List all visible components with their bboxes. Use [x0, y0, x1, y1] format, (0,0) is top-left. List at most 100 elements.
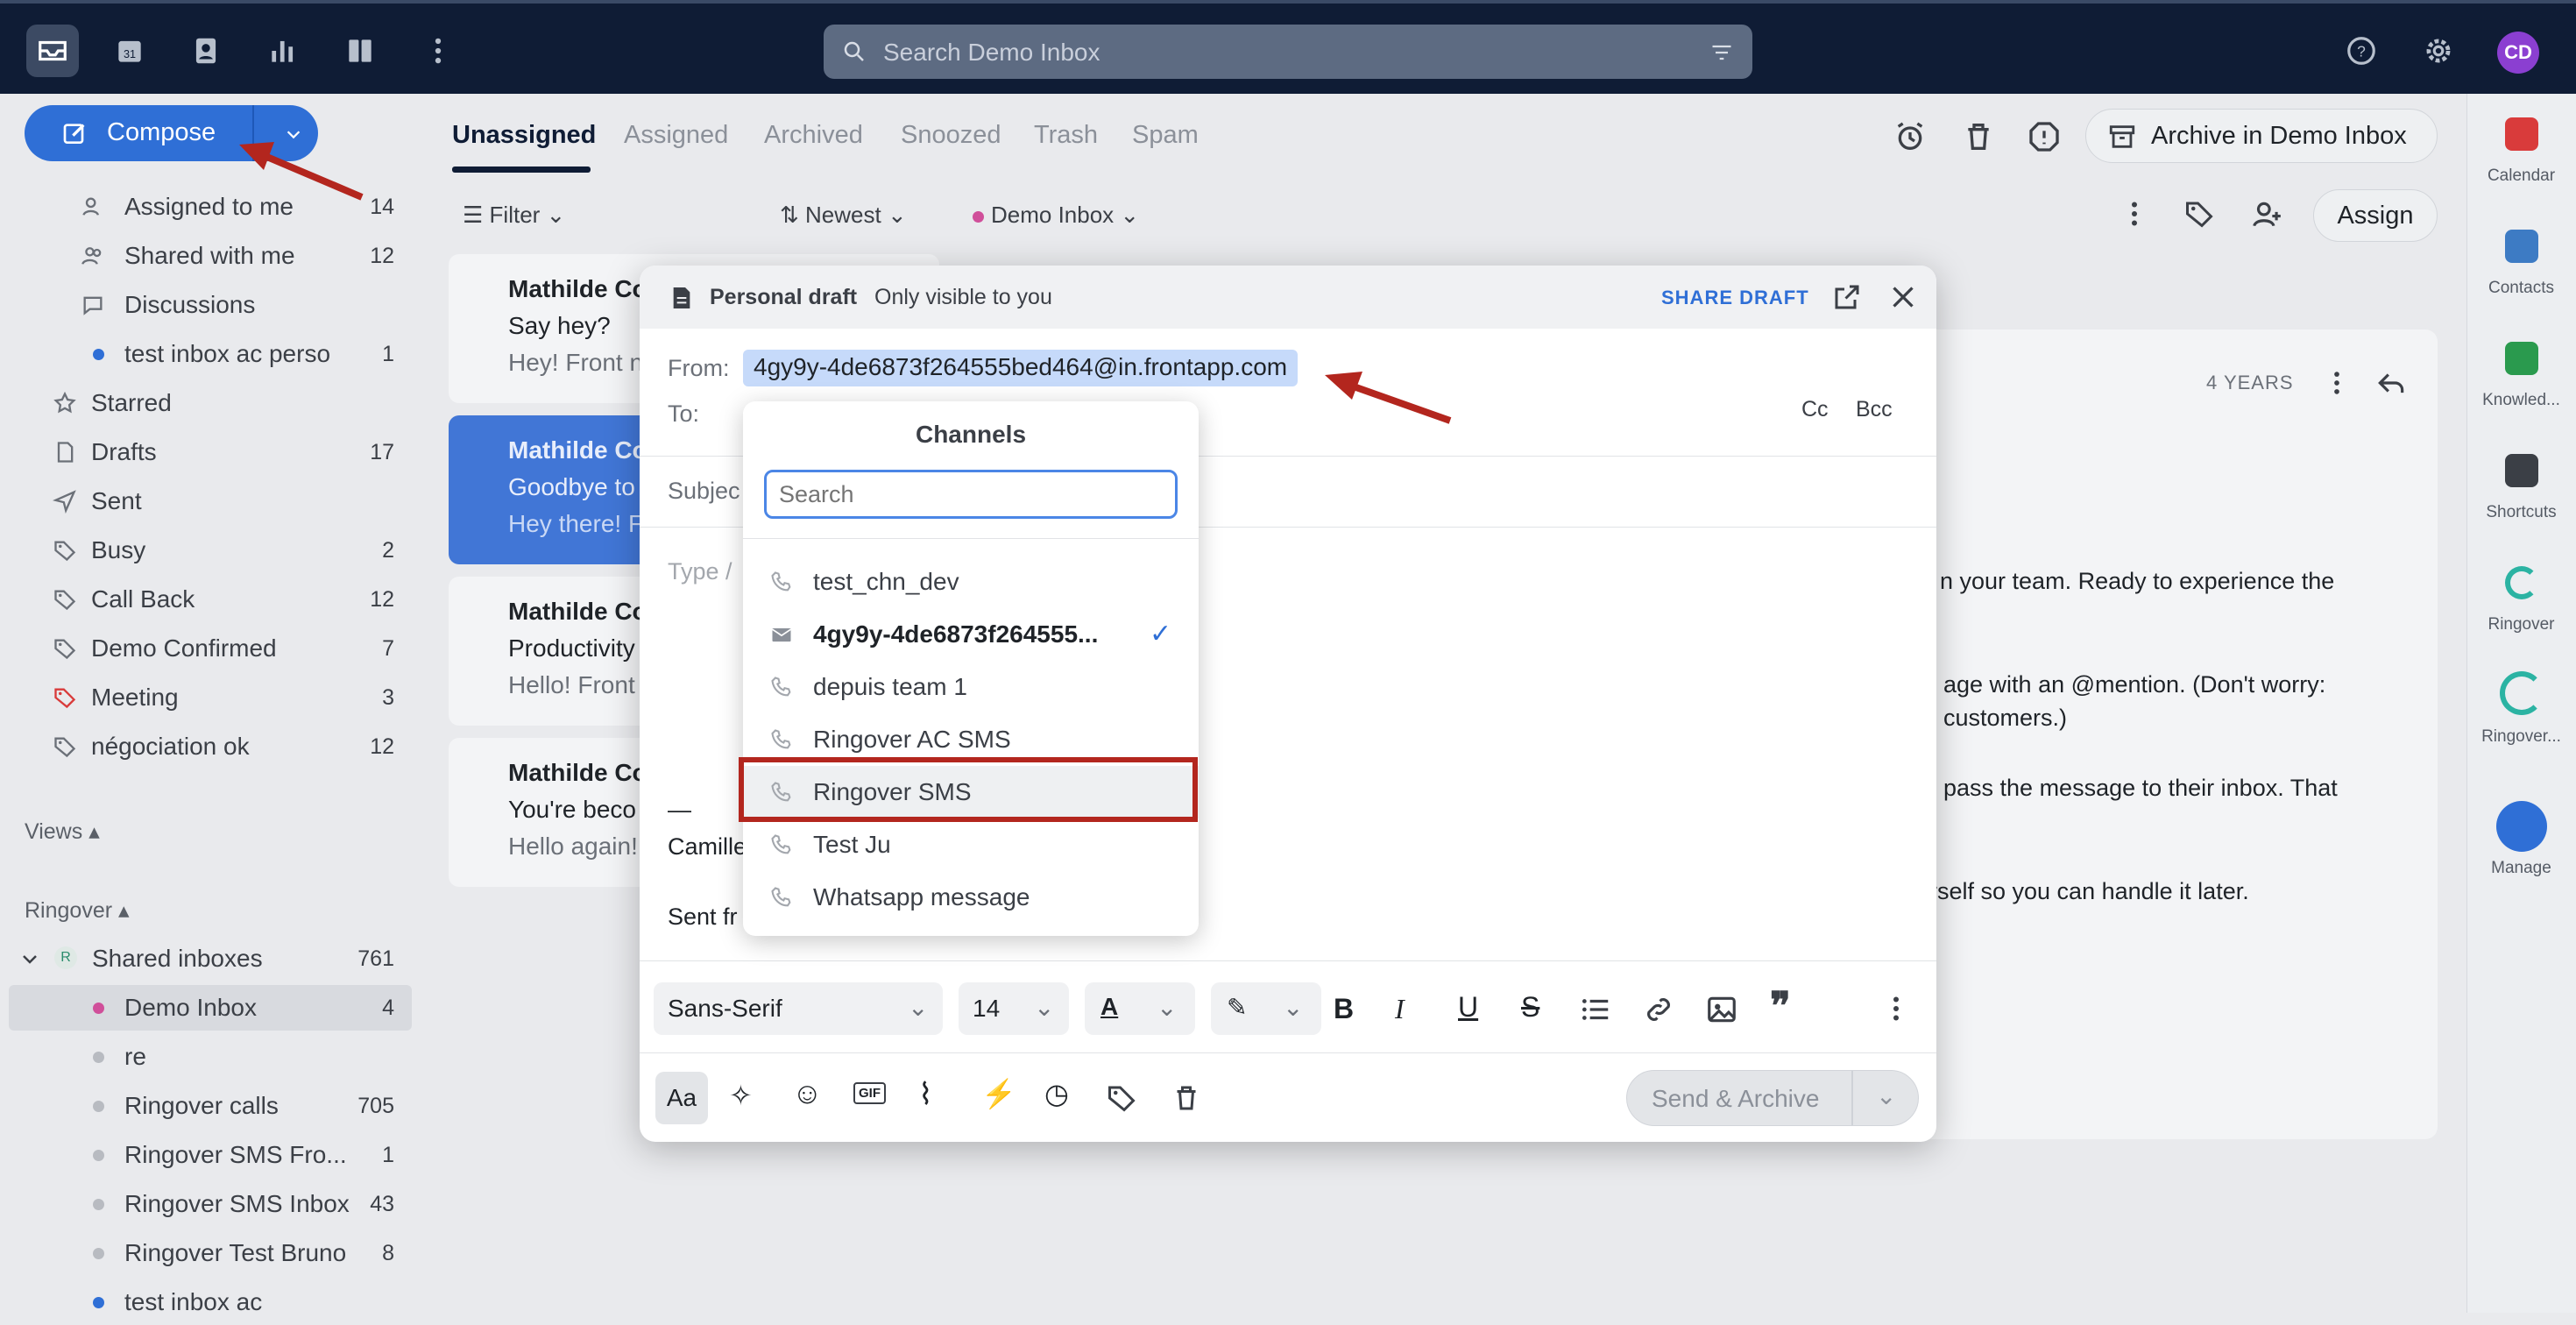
tag-icon[interactable] [1106, 1082, 1137, 1114]
help-icon[interactable]: ? [2335, 25, 2388, 77]
attachment-icon[interactable]: ⌇ [918, 1077, 933, 1112]
sidebar-item[interactable]: négociation ok 12 [0, 724, 421, 769]
more-vertical-icon[interactable] [1880, 993, 1912, 1024]
settings-icon[interactable] [2412, 25, 2465, 77]
filter-button[interactable]: ☰ Filter ⌄ [463, 202, 565, 229]
snooze-icon[interactable] [1893, 119, 1928, 154]
highlight-select[interactable]: ✎ ⌄ [1211, 982, 1321, 1035]
schedule-icon[interactable]: ◷ [1044, 1077, 1069, 1110]
more-vertical-icon[interactable] [2322, 368, 2352, 398]
strikethrough-icon[interactable]: S [1521, 991, 1539, 1024]
ringover-app-2[interactable]: Ringover... [2466, 671, 2576, 746]
from-field[interactable]: 4gy9y-4de6873f264555bed464@in.frontapp.c… [743, 350, 1299, 386]
views-heading[interactable]: Views ▴ [25, 818, 100, 845]
sidebar-item[interactable]: test inbox ac perso 1 [0, 331, 421, 377]
inbox-item[interactable]: Ringover SMS Fro... 1 [0, 1132, 421, 1178]
italic-icon[interactable]: I [1395, 993, 1405, 1025]
sort-button[interactable]: ⇅ Newest ⌄ [780, 202, 907, 229]
manage-app[interactable]: Manage [2466, 801, 2576, 877]
analytics-icon[interactable] [257, 25, 309, 77]
channel-option[interactable]: Test Ju [743, 818, 1199, 871]
format-toggle-button[interactable]: Aa [655, 1072, 708, 1124]
sidebar-item[interactable]: Sent [0, 478, 421, 524]
sidebar-item[interactable]: Shared with me 12 [0, 233, 421, 279]
ringover-app[interactable]: Ringover [2466, 563, 2576, 634]
share-draft-button[interactable]: SHARE DRAFT [1661, 287, 1809, 309]
sidebar-item[interactable]: Drafts 17 [0, 429, 421, 475]
inbox-item[interactable]: test inbox ac [0, 1279, 421, 1325]
contacts-app[interactable]: Contacts [2466, 226, 2576, 297]
tab-trash[interactable]: Trash [1034, 121, 1098, 150]
inbox-item[interactable]: Ringover Test Bruno 8 [0, 1230, 421, 1276]
search-input[interactable]: Search Demo Inbox [883, 39, 1100, 67]
sidebar-item[interactable]: Busy 2 [0, 528, 421, 573]
quick-reply-icon[interactable]: ⚡ [981, 1077, 1016, 1110]
spam-icon[interactable] [2027, 119, 2062, 154]
emoji-icon[interactable]: ☺ [792, 1077, 823, 1111]
font-select[interactable]: Sans-Serif ⌄ [654, 982, 943, 1035]
avatar[interactable]: CD [2497, 32, 2539, 74]
text-color-select[interactable]: A ⌄ [1085, 982, 1195, 1035]
knowledge-app[interactable]: Knowled... [2466, 338, 2576, 409]
tab-archived[interactable]: Archived [764, 121, 863, 150]
sidebar-item[interactable]: Discussions [0, 282, 421, 328]
contacts-icon[interactable] [180, 25, 232, 77]
subject-label: Subjec [668, 478, 740, 504]
tab-assigned[interactable]: Assigned [624, 121, 728, 150]
more-vertical-icon[interactable] [2119, 198, 2150, 230]
channel-option[interactable]: depuis team 1 [743, 661, 1199, 713]
shared-inboxes[interactable]: R Shared inboxes 761 [0, 936, 421, 981]
inbox-icon[interactable] [26, 25, 79, 77]
popout-icon[interactable] [1831, 281, 1863, 313]
assign-user-icon[interactable] [2250, 198, 2283, 231]
link-icon[interactable] [1642, 993, 1675, 1026]
filter-icon[interactable] [1709, 40, 1735, 65]
send-archive-button[interactable]: Send & Archive ⌄ [1626, 1070, 1919, 1126]
calendar-icon[interactable]: 31 [103, 25, 156, 77]
image-icon[interactable] [1705, 993, 1738, 1026]
inbox-item-count: 705 [357, 1094, 394, 1118]
calendar-app[interactable]: Calendar [2466, 114, 2576, 185]
assign-button[interactable]: Assign [2313, 189, 2438, 242]
sidebar-item[interactable]: Starred [0, 380, 421, 426]
inbox-filter[interactable]: Demo Inbox ⌄ [973, 202, 1139, 229]
quote-icon[interactable]: ❞ [1770, 984, 1791, 1029]
body-placeholder[interactable]: Type / [668, 558, 732, 585]
cc-button[interactable]: Cc [1801, 397, 1829, 422]
tab-snoozed[interactable]: Snoozed [901, 121, 1001, 150]
bcc-button[interactable]: Bcc [1856, 397, 1893, 422]
delete-draft-icon[interactable] [1171, 1082, 1202, 1114]
inbox-item[interactable]: Ringover calls 705 [0, 1083, 421, 1129]
bold-icon[interactable]: B [1334, 993, 1354, 1025]
inbox-item[interactable]: Ringover SMS Inbox 43 [0, 1181, 421, 1227]
tab-spam[interactable]: Spam [1132, 121, 1199, 150]
sidebar-item[interactable]: Call Back 12 [0, 577, 421, 622]
shortcuts-app[interactable]: Shortcuts [2466, 450, 2576, 521]
tag-icon[interactable] [2183, 198, 2215, 230]
conversation-subject: Goodbye to [508, 473, 635, 500]
gif-icon[interactable]: GIF [853, 1082, 886, 1104]
close-icon[interactable] [1887, 281, 1919, 313]
sidebar-item[interactable]: Demo Confirmed 7 [0, 626, 421, 671]
inbox-item[interactable]: Demo Inbox 4 [9, 985, 412, 1031]
font-size-select[interactable]: 14 ⌄ [959, 982, 1069, 1035]
ai-sparkle-icon[interactable]: ✧ [729, 1079, 753, 1112]
reply-icon[interactable] [2374, 366, 2408, 400]
underline-icon[interactable]: U [1458, 991, 1478, 1024]
tab-unassigned[interactable]: Unassigned [452, 121, 596, 150]
more-icon[interactable] [412, 25, 464, 77]
channel-option[interactable]: Whatsapp message [743, 871, 1199, 924]
channel-option[interactable]: test_chn_dev [743, 556, 1199, 608]
trash-icon[interactable] [1961, 119, 1996, 154]
channel-option[interactable]: 4gy9y-4de6873f264555... ✓ [743, 608, 1199, 661]
search-bar[interactable]: Search Demo Inbox [824, 25, 1752, 79]
list-icon[interactable] [1579, 993, 1612, 1026]
layout-icon[interactable] [334, 25, 386, 77]
archive-button[interactable]: Archive in Demo Inbox [2085, 109, 2438, 163]
ringover-heading[interactable]: Ringover ▴ [25, 897, 130, 924]
inbox-color-dot [93, 1052, 104, 1063]
inbox-item[interactable]: re [0, 1034, 421, 1080]
channels-search-input[interactable] [764, 470, 1178, 519]
draft-icon [673, 287, 690, 308]
sidebar-item[interactable]: Meeting 3 [0, 675, 421, 720]
